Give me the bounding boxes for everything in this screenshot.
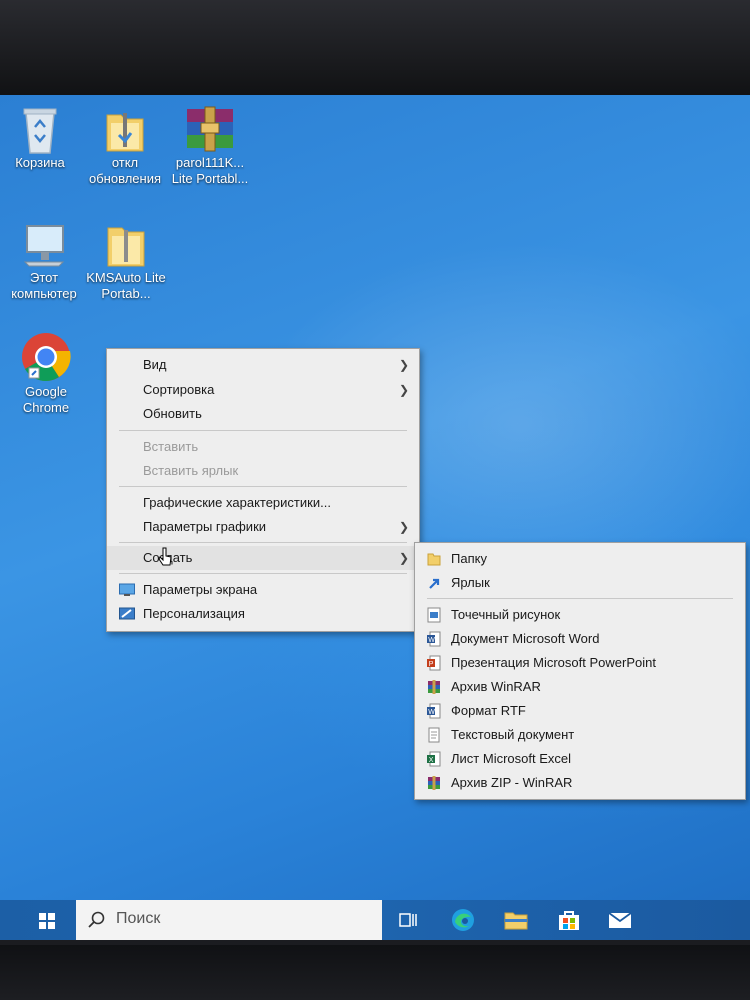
menu-item-label: Точечный рисунок: [451, 607, 561, 622]
menu-separator: [119, 573, 407, 574]
monitor-bezel-top: [0, 0, 750, 95]
chevron-right-icon: ❯: [398, 551, 409, 565]
svg-text:W: W: [428, 637, 435, 644]
menu-item-label: Сортировка: [143, 382, 215, 397]
menu-item-label: Ярлык: [451, 575, 490, 590]
desktop[interactable]: Корзина откл обновления parol111K... Lit…: [0, 95, 750, 900]
menu-item-label: Лист Microsoft Excel: [451, 751, 571, 766]
menu-separator: [119, 486, 407, 487]
monitor-bezel-bottom: [0, 945, 750, 1000]
folder-icon: [107, 227, 145, 267]
menu-item-paste-shortcut: Вставить ярлык: [107, 459, 419, 483]
submenu-item-powerpoint[interactable]: P Презентация Microsoft PowerPoint: [415, 651, 745, 675]
menu-item-label: Персонализация: [143, 606, 245, 621]
new-submenu: Папку Ярлык Точечный рисунок W Документ …: [414, 542, 746, 800]
excel-icon: X: [427, 751, 441, 767]
menu-item-label: Обновить: [143, 406, 202, 421]
search-box[interactable]: Поиск: [76, 900, 382, 940]
chrome-icon: [22, 333, 71, 381]
menu-separator: [119, 430, 407, 431]
desktop-icon-kmsauto[interactable]: KMSAuto Lite Portab...: [86, 220, 166, 302]
folder-icon: [427, 553, 441, 566]
desktop-context-menu: Вид ❯ Сортировка ❯ Обновить Вставить Вст…: [106, 348, 420, 632]
menu-item-graphics-properties[interactable]: Графические характеристики...: [107, 491, 419, 515]
desktop-icon-label: Google Chrome: [22, 384, 70, 415]
menu-item-label: Папку: [451, 551, 487, 566]
submenu-item-excel[interactable]: X Лист Microsoft Excel: [415, 747, 745, 771]
menu-item-new[interactable]: Создать ❯: [107, 546, 419, 570]
recycle-bin-icon: [23, 108, 57, 154]
menu-item-sort[interactable]: Сортировка ❯: [107, 378, 419, 402]
menu-item-label: Вставить: [143, 439, 199, 454]
menu-item-refresh[interactable]: Обновить: [107, 402, 419, 426]
submenu-item-bitmap[interactable]: Точечный рисунок: [415, 603, 745, 627]
menu-separator: [427, 598, 733, 599]
personalization-icon: [119, 607, 135, 620]
winrar-icon: [187, 106, 233, 152]
menu-item-label: Вид: [143, 357, 167, 372]
menu-item-label: Архив ZIP - WinRAR: [451, 775, 573, 790]
svg-text:P: P: [429, 661, 434, 668]
menu-item-label: Текстовый документ: [451, 727, 575, 742]
menu-item-personalization[interactable]: Персонализация: [107, 602, 419, 626]
search-placeholder: Поиск: [116, 910, 161, 927]
svg-text:W: W: [428, 709, 435, 716]
menu-separator: [119, 542, 407, 543]
desktop-icon-label: parol111K... Lite Portabl...: [171, 155, 249, 186]
desktop-icon-label: Этот компьютер: [11, 270, 77, 301]
mail-icon[interactable]: [606, 906, 634, 934]
menu-item-graphics-options[interactable]: Параметры графики ❯: [107, 515, 419, 539]
file-explorer-icon[interactable]: [502, 906, 530, 934]
winrar-icon: [428, 680, 440, 694]
desktop-icon-otkl-obnovleniya[interactable]: откл обновления: [85, 105, 165, 187]
desktop-icon-label: Корзина: [15, 155, 65, 170]
submenu-item-rtf[interactable]: W Формат RTF: [415, 699, 745, 723]
desktop-icon-recycle-bin[interactable]: Корзина: [0, 105, 80, 171]
menu-item-label: Параметры графики: [143, 519, 267, 534]
menu-item-paste: Вставить: [107, 435, 419, 459]
start-icon[interactable]: [30, 908, 64, 934]
zip-winrar-icon: [428, 776, 440, 790]
submenu-item-shortcut[interactable]: Ярлык: [415, 571, 745, 595]
taskbar: Поиск: [0, 900, 750, 940]
menu-item-display-settings[interactable]: Параметры экрана: [107, 578, 419, 602]
desktop-icon-parol-winrar[interactable]: parol111K... Lite Portabl...: [170, 105, 250, 187]
menu-item-label: Формат RTF: [451, 703, 526, 718]
desktop-icon-this-pc[interactable]: Этот компьютер: [4, 220, 84, 302]
text-doc-icon: [428, 727, 440, 743]
mouse-cursor-icon: [158, 547, 172, 566]
desktop-icon-label: откл обновления: [89, 155, 161, 186]
folder-zipper-icon: [106, 113, 144, 152]
desktop-icon-google-chrome[interactable]: Google Chrome: [6, 330, 86, 416]
menu-item-view[interactable]: Вид ❯: [107, 353, 419, 377]
submenu-item-winrar-archive[interactable]: Архив WinRAR: [415, 675, 745, 699]
chevron-right-icon: ❯: [398, 520, 409, 534]
edge-icon[interactable]: [449, 906, 477, 934]
submenu-item-text-document[interactable]: Текстовый документ: [415, 723, 745, 747]
menu-item-label: Графические характеристики...: [143, 495, 331, 510]
rtf-icon: W: [427, 703, 441, 719]
desktop-icon-label: KMSAuto Lite Portab...: [86, 270, 166, 301]
menu-item-label: Презентация Microsoft PowerPoint: [451, 655, 656, 670]
bitmap-icon: [427, 607, 441, 623]
menu-item-label: Архив WinRAR: [451, 679, 541, 694]
chevron-right-icon: ❯: [398, 383, 409, 397]
powerpoint-icon: P: [427, 655, 441, 671]
word-icon: W: [427, 631, 441, 647]
search-icon: [88, 911, 105, 928]
task-view-icon[interactable]: [394, 906, 422, 934]
chevron-right-icon: ❯: [398, 358, 409, 372]
computer-icon: [23, 225, 65, 267]
submenu-item-word[interactable]: W Документ Microsoft Word: [415, 627, 745, 651]
submenu-item-zip-winrar[interactable]: Архив ZIP - WinRAR: [415, 771, 745, 795]
submenu-item-folder[interactable]: Папку: [415, 547, 745, 571]
menu-item-label: Вставить ярлык: [143, 463, 239, 478]
menu-item-label: Документ Microsoft Word: [451, 631, 600, 646]
display-settings-icon: [119, 583, 135, 596]
svg-text:X: X: [429, 757, 434, 764]
store-icon[interactable]: [555, 906, 583, 934]
shortcut-icon: [429, 578, 440, 589]
menu-item-label: Параметры экрана: [143, 582, 258, 597]
